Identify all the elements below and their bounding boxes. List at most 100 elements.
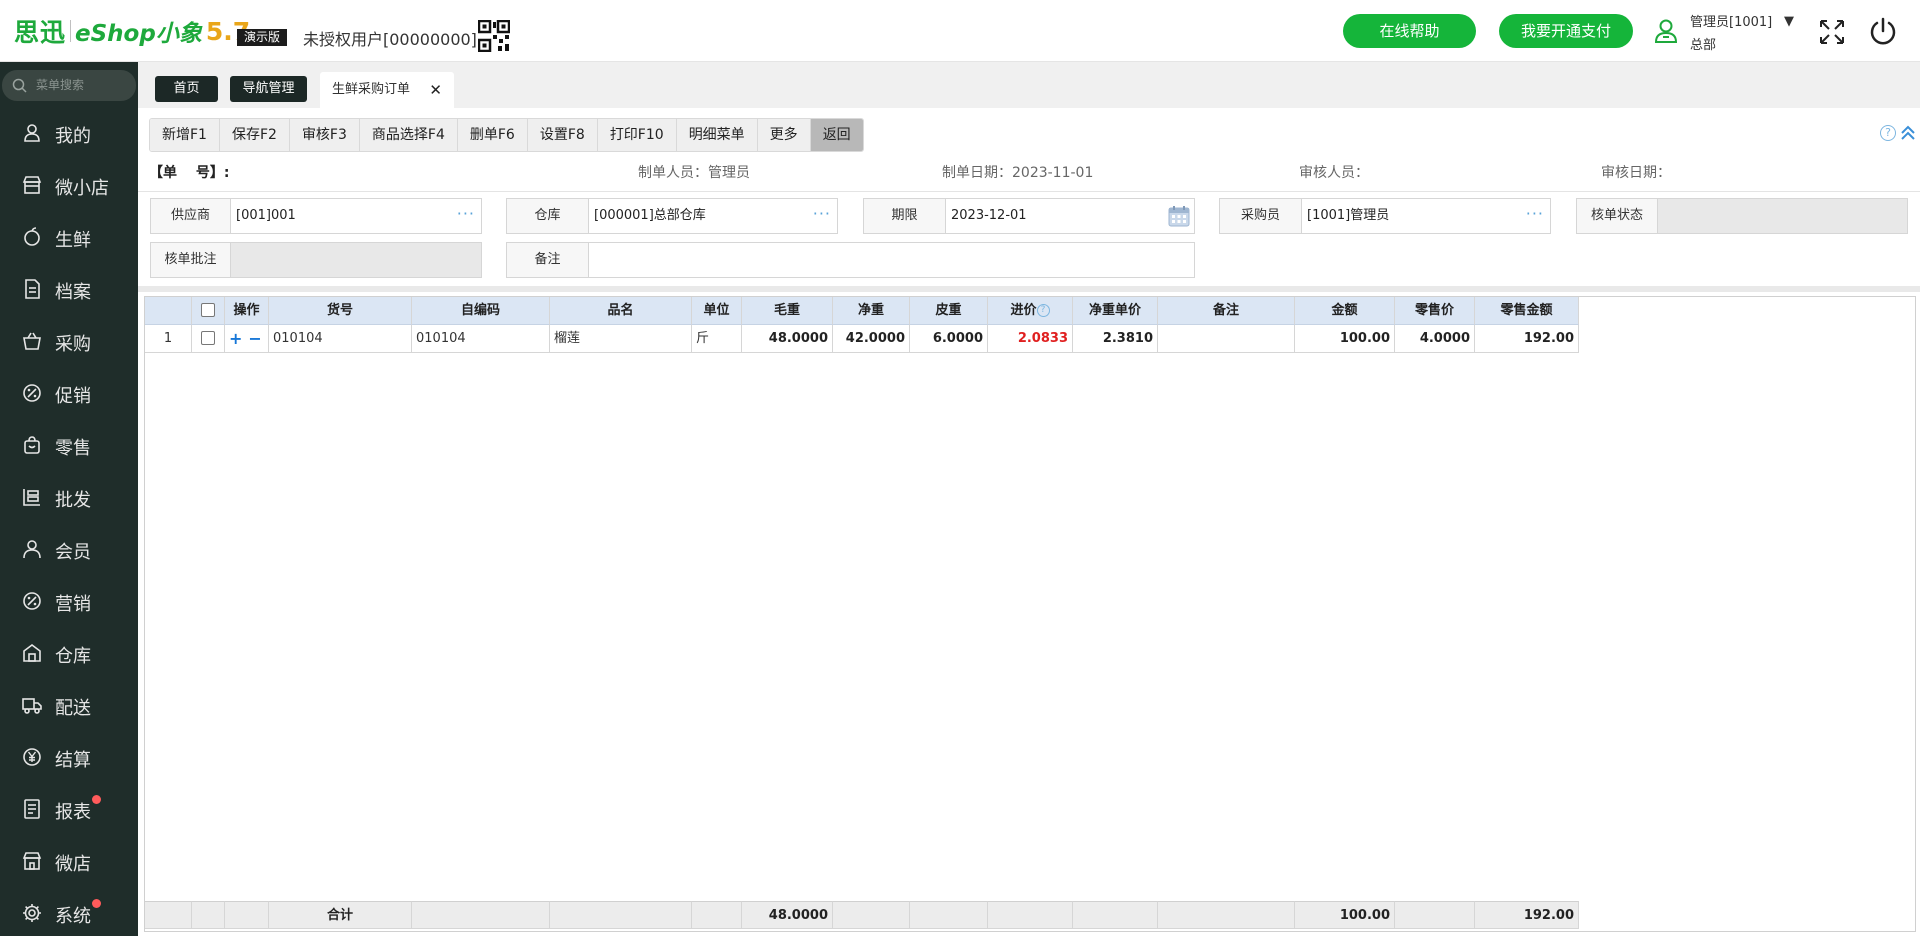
col-retail-amount[interactable]: 零售金额 [1475,297,1579,325]
row-select[interactable] [192,325,225,353]
tab-navigation[interactable]: 导航管理 [230,76,307,102]
remove-row-icon[interactable]: − [248,329,261,348]
sidebar-item-member[interactable]: 会员 [0,527,138,571]
more-dots-icon[interactable]: ··· [457,199,475,233]
select-all-checkbox[interactable] [201,302,215,317]
settings-button[interactable]: 设置F8 [527,119,598,151]
sidebar-item-wechat-shop[interactable]: 微店 [0,839,138,883]
calendar-icon[interactable] [1168,205,1190,227]
col-self-code[interactable]: 自编码 [412,297,550,325]
sidebar-item-archive[interactable]: 档案 [0,267,138,311]
add-row-icon[interactable]: + [229,329,242,348]
new-button[interactable]: 新增F1 [150,119,220,151]
select-goods-button[interactable]: 商品选择F4 [359,119,458,151]
footer-amount: 100.00 [1295,901,1395,929]
sidebar-item-marketing[interactable]: 营销 [0,579,138,623]
fullscreen-icon[interactable] [1818,18,1846,46]
cell-retail-price[interactable]: 4.0000 [1395,325,1475,353]
delete-order-button[interactable]: 删单F6 [457,119,528,151]
col-amount[interactable]: 金额 [1295,297,1395,325]
buyer-label: 采购员 [1220,199,1302,233]
sidebar-item-report[interactable]: 报表 [0,787,138,831]
chevron-down-icon[interactable]: ▼ [1784,14,1794,29]
sidebar-item-fresh[interactable]: 生鲜 [0,215,138,259]
truck-icon [22,698,42,714]
sidebar-item-retail[interactable]: 零售 [0,423,138,467]
deadline-field[interactable]: 期限 2023-12-01 [863,198,1195,234]
sidebar-item-system[interactable]: 系统 [0,891,138,935]
cell-net-weight[interactable]: 42.0000 [833,325,910,353]
cell-gross-weight[interactable]: 48.0000 [742,325,833,353]
sidebar-item-wholesale[interactable]: 批发 [0,475,138,519]
menu-search-input[interactable] [36,75,131,95]
footer-cell [1158,901,1295,929]
col-remark[interactable]: 备注 [1158,297,1295,325]
supplier-field[interactable]: 供应商 [001]001 ··· [150,198,482,234]
cell-remark[interactable] [1158,325,1295,353]
warehouse-value[interactable]: [000001]总部仓库 [589,199,706,233]
cell-item-code[interactable]: 010104 [269,325,412,353]
remark-field[interactable]: 备注 [506,242,1195,278]
col-tare-weight[interactable]: 皮重 [910,297,988,325]
col-unit[interactable]: 单位 [692,297,742,325]
help-icon[interactable]: ? [1036,304,1050,317]
row-checkbox[interactable] [201,330,215,345]
sidebar-item-label: 零售 [55,438,91,459]
admin-name[interactable]: 管理员[1001] [1690,11,1772,30]
col-purchase-price[interactable]: 进价? [988,297,1073,325]
col-net-weight[interactable]: 净重 [833,297,910,325]
more-dots-icon[interactable]: ··· [1526,199,1544,233]
back-button[interactable]: 返回 [810,119,863,151]
warehouse-field[interactable]: 仓库 [000001]总部仓库 ··· [506,198,838,234]
tab-home[interactable]: 首页 [155,76,218,102]
logo-divider [70,20,72,42]
footer-cell [1395,901,1475,929]
collapse-up-icon[interactable] [1900,124,1916,142]
help-icon[interactable]: ? [1880,125,1896,141]
sidebar-item-label: 微店 [55,854,91,875]
cell-amount[interactable]: 100.00 [1295,325,1395,353]
cell-purchase-price[interactable]: 2.0833 [988,325,1073,353]
col-select-all[interactable] [192,297,225,325]
save-button[interactable]: 保存F2 [219,119,290,151]
sidebar-item-purchase[interactable]: 采购 [0,319,138,363]
print-button[interactable]: 打印F10 [597,119,677,151]
tab-fresh-purchase-order[interactable]: 生鲜采购订单 ✕ [320,72,454,108]
detail-menu-button[interactable]: 明细菜单 [676,119,758,151]
online-help-button[interactable]: 在线帮助 [1343,14,1476,48]
col-item-name[interactable]: 品名 [550,297,692,325]
cell-unit[interactable]: 斤 [692,325,742,353]
sidebar-item-label: 配送 [55,698,91,719]
menu-search[interactable] [2,70,136,101]
enable-payment-button[interactable]: 我要开通支付 [1499,14,1633,48]
col-net-unit-price[interactable]: 净重单价 [1073,297,1158,325]
cell-retail-amount[interactable]: 192.00 [1475,325,1579,353]
cell-self-code[interactable]: 010104 [412,325,550,353]
sidebar-item-settlement[interactable]: 结算 [0,735,138,779]
sidebar-item-mini-store[interactable]: 微小店 [0,163,138,207]
sidebar-item-warehouse[interactable]: 仓库 [0,631,138,675]
qr-code-icon[interactable] [478,20,510,52]
yen-icon [23,748,41,766]
col-gross-weight[interactable]: 毛重 [742,297,833,325]
col-item-code[interactable]: 货号 [269,297,412,325]
col-retail-price[interactable]: 零售价 [1395,297,1475,325]
cell-tare-weight[interactable]: 6.0000 [910,325,988,353]
more-dots-icon[interactable]: ··· [813,199,831,233]
more-button[interactable]: 更多 [757,119,811,151]
buyer-field[interactable]: 采购员 [1001]管理员 ··· [1219,198,1551,234]
sidebar-item-delivery[interactable]: 配送 [0,683,138,727]
buyer-value[interactable]: [1001]管理员 [1302,199,1389,233]
power-icon[interactable] [1868,16,1898,46]
footer-cell [1073,901,1158,929]
warehouse-icon [23,644,41,662]
remark-input[interactable] [589,243,594,277]
sidebar-item-promotion[interactable]: 促销 [0,371,138,415]
cell-net-unit-price[interactable]: 2.3810 [1073,325,1158,353]
deadline-value[interactable]: 2023-12-01 [946,199,1027,233]
cell-item-name[interactable]: 榴莲 [550,325,692,353]
supplier-value[interactable]: [001]001 [231,199,296,233]
close-icon[interactable]: ✕ [429,72,442,108]
audit-button[interactable]: 审核F3 [289,119,360,151]
sidebar-item-mine[interactable]: 我的 [0,111,138,155]
